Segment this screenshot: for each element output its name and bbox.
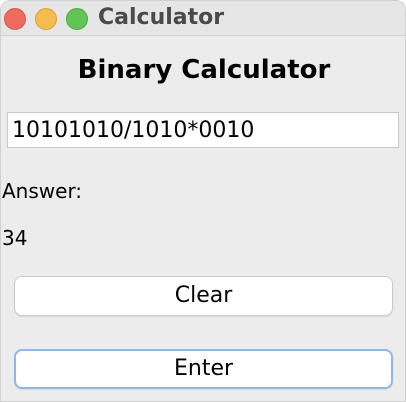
close-window-button[interactable]: [4, 8, 26, 30]
expression-input[interactable]: [7, 112, 399, 148]
answer-label: Answer:: [2, 179, 83, 203]
enter-button[interactable]: Enter: [14, 349, 393, 389]
window-title: Calculator: [98, 5, 225, 30]
title-bar[interactable]: Calculator: [1, 1, 405, 36]
content-pane: Binary Calculator Answer: 34 Clear Enter: [1, 36, 405, 401]
clear-button[interactable]: Clear: [14, 276, 393, 316]
minimize-window-button[interactable]: [35, 8, 57, 30]
zoom-window-button[interactable]: [66, 8, 88, 30]
answer-value: 34: [2, 226, 28, 250]
calculator-window: Calculator Binary Calculator Answer: 34 …: [0, 0, 406, 402]
app-heading: Binary Calculator: [77, 55, 331, 85]
